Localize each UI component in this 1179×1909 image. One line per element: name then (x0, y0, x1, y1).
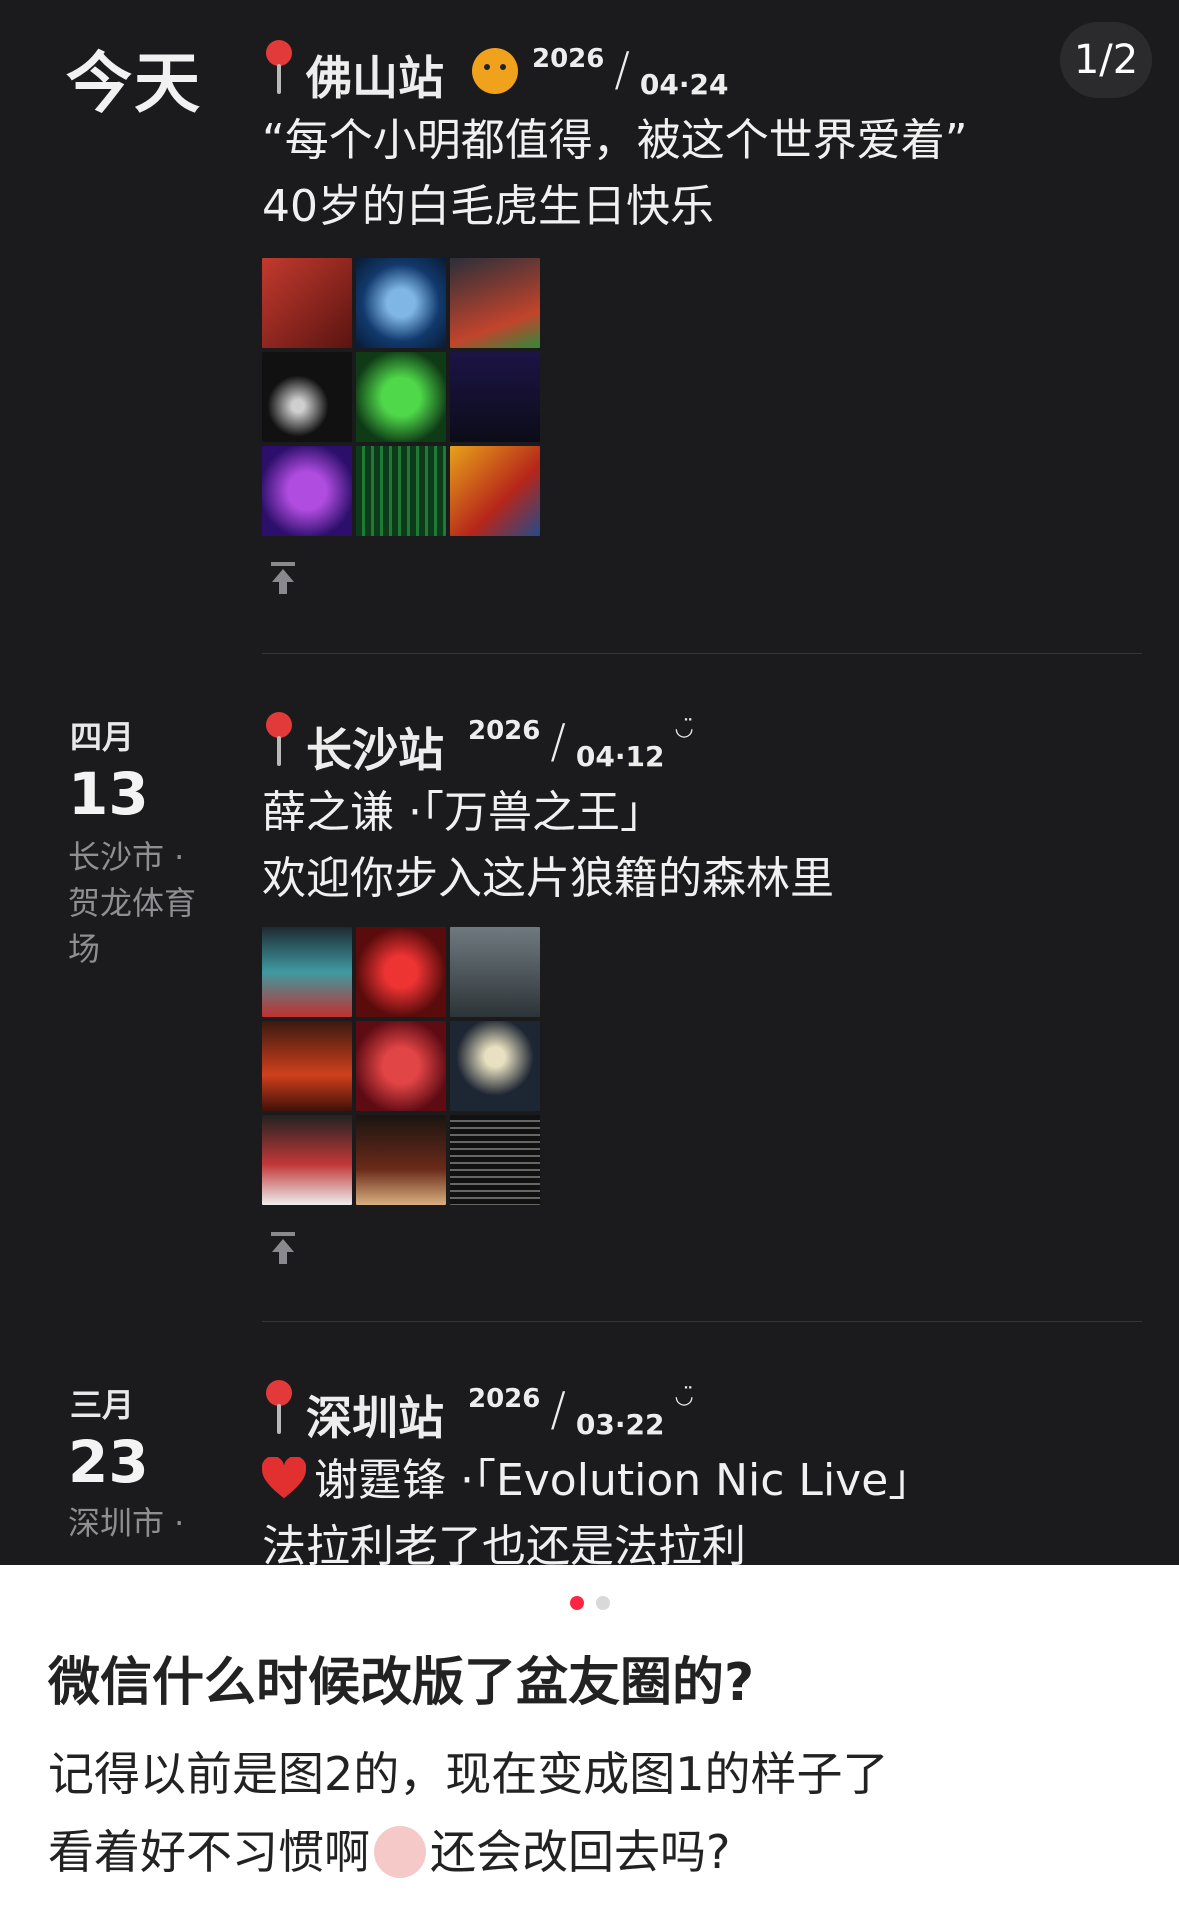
date-location: 深圳市 · (68, 1504, 185, 1542)
photo[interactable] (450, 446, 540, 536)
post-year: 2026 (468, 1384, 541, 1414)
photo[interactable] (450, 258, 540, 348)
photo[interactable] (356, 446, 446, 536)
post-foshan[interactable]: 佛山站 2026 / 04·24 “每个小明都值得，被这个世界爱着” 40岁的白… (262, 38, 1142, 240)
question-title: 微信什么时候改版了盆友圈的? (48, 1653, 755, 1713)
station-name: 长沙站 (306, 723, 444, 777)
photo[interactable] (450, 1021, 540, 1111)
post-text-line2: 欢迎你步入这片狼籍的森林里 (262, 853, 834, 904)
post-text-line2: 40岁的白毛虎生日快乐 (262, 181, 714, 232)
pin-icon (262, 40, 296, 98)
date-day: 23 (68, 1428, 149, 1496)
date-month: 四月 (70, 718, 135, 756)
post-text-line2: 法拉利老了也还是法拉利 (262, 1521, 746, 1565)
carousel-dot-active[interactable] (569, 1596, 584, 1610)
screenshot-region: 1/2 今天 佛山站 2026 / 04·24 “每个小明都值得，被这个世界爱着… (0, 0, 1179, 1565)
date-slash: / (614, 42, 630, 96)
divider (262, 1321, 1142, 1322)
pin-icon (262, 712, 296, 770)
photo[interactable] (450, 352, 540, 442)
photo[interactable] (262, 258, 352, 348)
photo[interactable] (262, 446, 352, 536)
photo[interactable] (262, 352, 352, 442)
post-year: 2026 (532, 44, 605, 74)
post-month-day: 03·22 (575, 1408, 665, 1441)
post-year: 2026 (468, 716, 541, 746)
photo[interactable] (262, 1021, 352, 1111)
question-body: 记得以前是图2的，现在变成图1的样子了 看着好不习惯啊 还会改回去吗? (48, 1735, 889, 1891)
question-line2: 看着好不习惯啊 还会改回去吗? (48, 1813, 889, 1891)
photo[interactable] (450, 927, 540, 1017)
crying-face-icon (374, 1826, 426, 1878)
station-name: 深圳站 (306, 1391, 444, 1445)
question-line2-part2: 还会改回去吗? (430, 1825, 731, 1879)
photo[interactable] (356, 927, 446, 1017)
photo-grid[interactable] (262, 927, 540, 1205)
carousel-dot[interactable] (595, 1596, 610, 1610)
photo-grid[interactable] (262, 258, 540, 536)
smile-icon: ◡̈ (674, 1384, 694, 1409)
question-line2-part1: 看着好不习惯啊 (48, 1825, 370, 1879)
date-today: 今天 (66, 45, 202, 122)
heart-icon (262, 1457, 306, 1499)
tiger-face-icon (472, 48, 518, 94)
photo[interactable] (450, 1115, 540, 1205)
photo[interactable] (356, 1115, 446, 1205)
post-month-day: 04·12 (575, 740, 665, 773)
date-slash: / (550, 1382, 566, 1436)
photo[interactable] (356, 352, 446, 442)
post-text-line1: 谢霆锋 ·「Evolution Nic Live」 (262, 1448, 1142, 1514)
pin-icon (262, 1380, 296, 1438)
post-month-day: 04·24 (639, 68, 729, 101)
post-text-line1-text: 谢霆锋 ·「Evolution Nic Live」 (314, 1455, 933, 1506)
date-day: 13 (68, 760, 149, 828)
date-location: 长沙市 · 贺龙体育场 (68, 838, 197, 968)
smile-icon: ◡̈ (674, 716, 694, 741)
station-name: 佛山站 (306, 51, 444, 105)
carousel-dots[interactable] (0, 1596, 1179, 1610)
post-changsha[interactable]: 长沙站 2026 / 04·12 ◡̈ 薛之谦 ·「万兽之王」 欢迎你步入这片狼… (262, 710, 1142, 912)
question-line1: 记得以前是图2的，现在变成图1的样子了 (48, 1747, 889, 1801)
divider (262, 653, 1142, 654)
photo[interactable] (356, 1021, 446, 1111)
photo[interactable] (262, 927, 352, 1017)
pin-to-top-icon[interactable] (268, 1230, 298, 1266)
date-slash: / (550, 714, 566, 768)
post-shenzhen[interactable]: 深圳站 2026 / 03·22 ◡̈ 谢霆锋 ·「Evolution Nic … (262, 1378, 1142, 1565)
pin-to-top-icon[interactable] (268, 560, 298, 596)
photo[interactable] (356, 258, 446, 348)
post-text-line1: 薛之谦 ·「万兽之王」 (262, 787, 664, 838)
date-month: 三月 (70, 1386, 135, 1424)
post-text-line1: “每个小明都值得，被这个世界爱着” (262, 115, 968, 166)
photo[interactable] (262, 1115, 352, 1205)
